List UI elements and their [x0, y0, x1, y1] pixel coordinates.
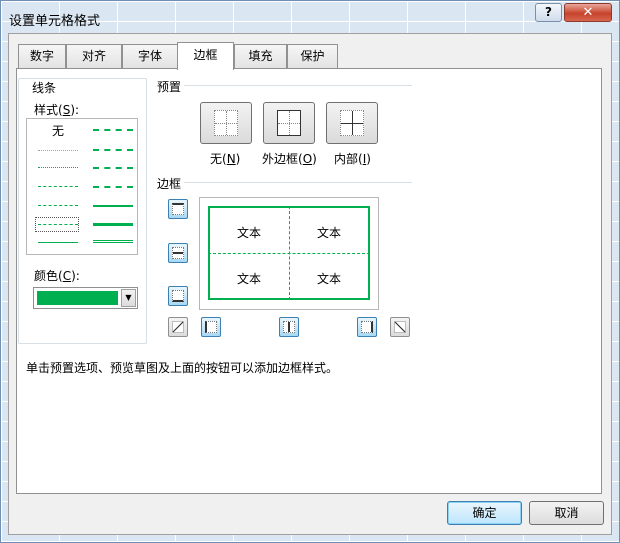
line-style-dash-dot-dot[interactable]	[38, 186, 78, 187]
dialog-title: 设置单元格格式	[9, 14, 101, 29]
presets-separator	[184, 85, 412, 86]
preset-outline-label: 外边框(O)	[262, 152, 317, 166]
border-bottom-icon	[172, 290, 184, 302]
preset-none-label: 无(N)	[210, 152, 241, 166]
color-swatch	[37, 291, 118, 305]
border-right-button[interactable]	[357, 317, 377, 337]
line-style-thin[interactable]	[38, 242, 78, 243]
line-style-selection	[35, 217, 79, 232]
preset-inside-icon	[340, 110, 364, 136]
border-inside-horizontal-icon	[172, 247, 184, 259]
tab-fill[interactable]: 填充	[234, 44, 287, 68]
diagonal-up-icon	[172, 321, 184, 333]
diagonal-down-icon	[394, 321, 406, 333]
tab-alignment[interactable]: 对齐	[66, 44, 122, 68]
preset-outline-button[interactable]	[263, 102, 315, 144]
border-bottom-button[interactable]	[168, 286, 188, 306]
border-right-icon	[361, 321, 373, 333]
line-style-dotted[interactable]	[38, 167, 78, 168]
border-preview[interactable]: 文本 文本 文本 文本	[199, 197, 379, 310]
border-left-button[interactable]	[201, 317, 221, 337]
line-style-double[interactable]	[93, 240, 133, 243]
style-label: 样式(S):	[34, 103, 80, 117]
hint-text: 单击预置选项、预览草图及上面的按钮可以添加边框样式。	[26, 361, 339, 375]
line-group-title: 线条	[31, 79, 58, 96]
border-diagonal-up-button[interactable]	[168, 317, 188, 337]
tab-font[interactable]: 字体	[122, 44, 178, 68]
tab-protection[interactable]: 保护	[287, 44, 338, 68]
line-style-medium[interactable]	[93, 205, 133, 207]
preset-inside-label: 内部(I)	[334, 152, 371, 166]
dropdown-arrow-icon[interactable]: ▼	[121, 289, 136, 307]
line-style-thick[interactable]	[93, 223, 133, 226]
preview-cell-text: 文本	[316, 226, 341, 240]
preset-outline-icon	[277, 110, 301, 136]
line-style-dash-dot[interactable]	[38, 205, 78, 206]
border-separator	[184, 182, 412, 183]
help-button[interactable]: ?	[535, 3, 562, 22]
border-left-icon	[205, 321, 217, 333]
preset-inside-button[interactable]	[326, 102, 378, 144]
line-style-medium-dash-dot-dot[interactable]	[93, 129, 133, 131]
color-label: 颜色(C):	[34, 269, 80, 283]
color-dropdown[interactable]: ▼	[33, 287, 138, 309]
title-bar[interactable]: 设置单元格格式 ? ✕	[1, 1, 619, 33]
line-style-slanted-dash-dot[interactable]	[93, 149, 133, 151]
preset-none-icon	[214, 110, 238, 136]
ok-button[interactable]: 确定	[447, 501, 522, 525]
border-inside-horizontal-button[interactable]	[168, 243, 188, 263]
preset-none-button[interactable]	[200, 102, 252, 144]
presets-title: 预置	[157, 80, 182, 94]
line-style-medium-dash-dot[interactable]	[93, 167, 133, 169]
border-inside-vertical-button[interactable]	[279, 317, 299, 337]
tab-border[interactable]: 边框	[177, 42, 234, 70]
line-style-none[interactable]: 无	[52, 122, 64, 139]
line-style-hair[interactable]	[38, 150, 78, 151]
border-inside-vertical-icon	[283, 321, 295, 333]
border-top-icon	[172, 203, 184, 215]
preview-cell-text: 文本	[236, 226, 261, 240]
line-style-medium-dashed[interactable]	[93, 186, 133, 188]
preview-cell-text: 文本	[236, 272, 261, 286]
line-style-list[interactable]: 无	[26, 118, 138, 255]
cancel-button[interactable]: 取消	[529, 501, 604, 525]
tab-number[interactable]: 数字	[18, 44, 66, 68]
format-cells-dialog: 设置单元格格式 ? ✕ 数字 对齐 字体 边框 填充 保护 线条 样式(S): …	[0, 0, 620, 543]
border-title: 边框	[157, 177, 182, 191]
preview-cell-text: 文本	[316, 272, 341, 286]
preview-inside-horizontal-border[interactable]	[208, 253, 370, 254]
border-top-button[interactable]	[168, 199, 188, 219]
border-diagonal-down-button[interactable]	[390, 317, 410, 337]
close-button[interactable]: ✕	[564, 3, 612, 22]
